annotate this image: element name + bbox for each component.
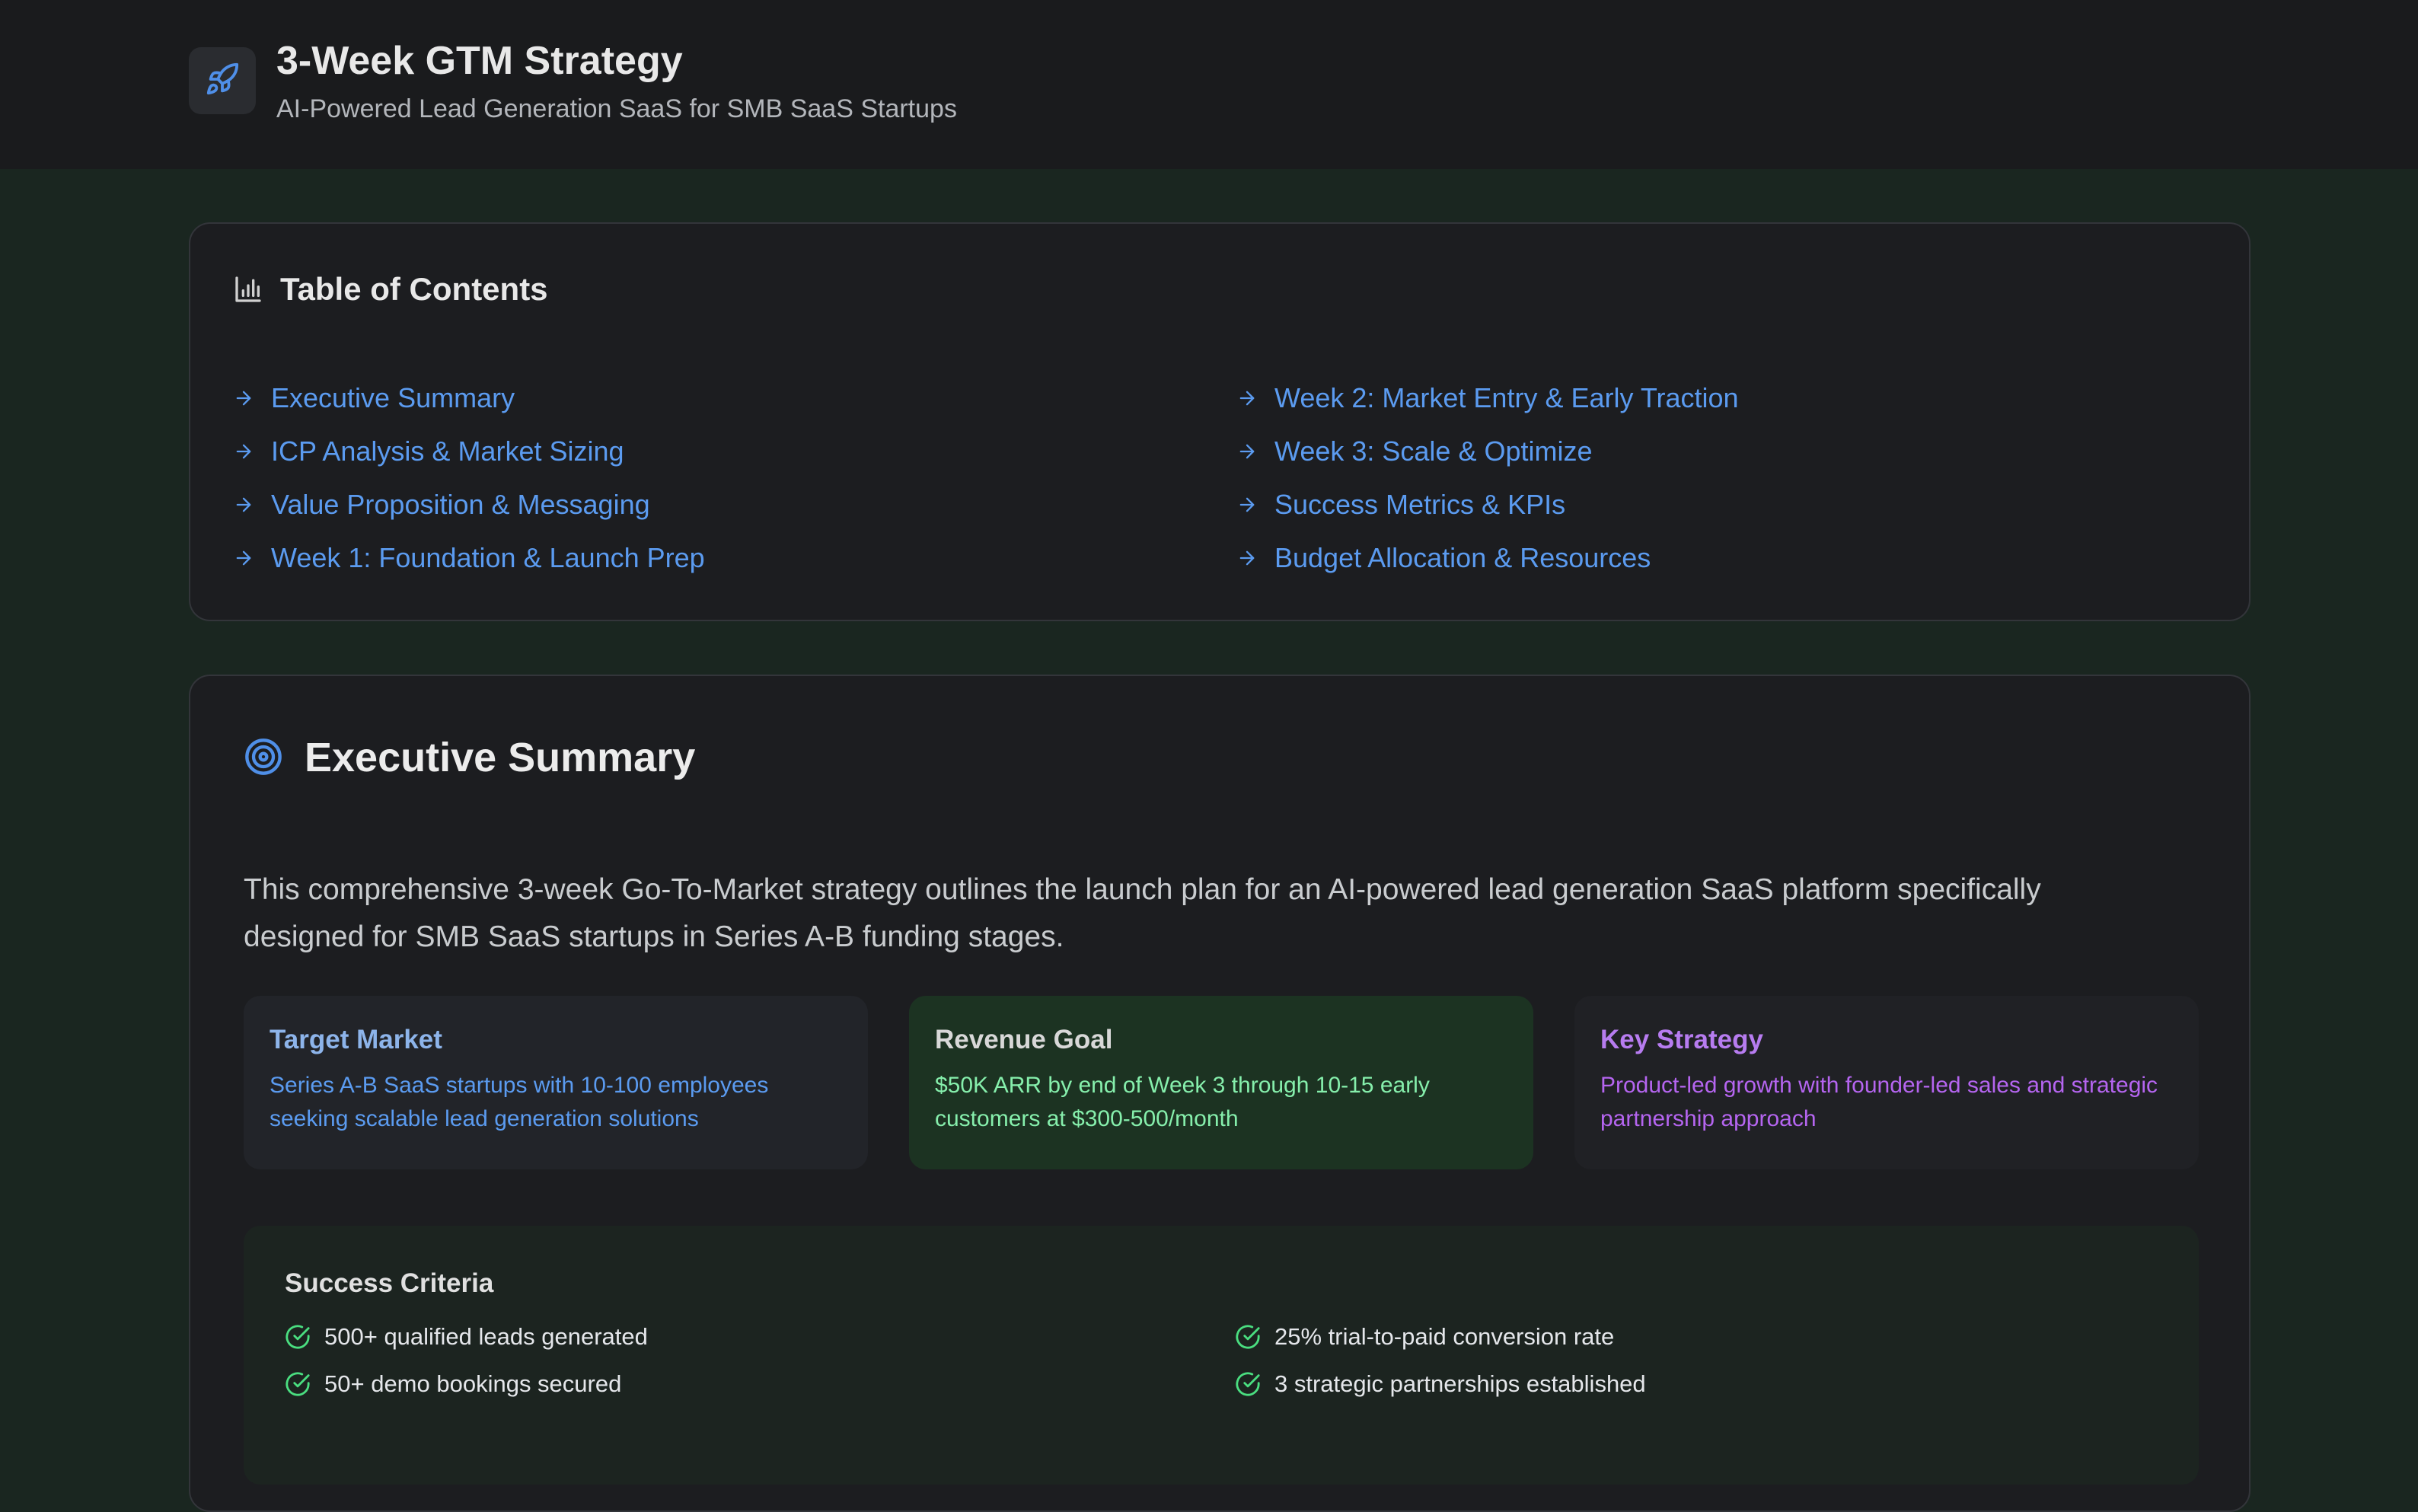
page-subtitle: AI-Powered Lead Generation SaaS for SMB … <box>276 94 957 123</box>
criteria-item: 25% trial-to-paid conversion rate <box>1235 1323 1614 1351</box>
criteria-text: 500+ qualified leads generated <box>324 1323 648 1350</box>
criteria-item: 500+ qualified leads generated <box>285 1323 648 1351</box>
page-header: 3-Week GTM Strategy AI-Powered Lead Gene… <box>0 0 2418 169</box>
page-title: 3-Week GTM Strategy <box>276 39 683 83</box>
criteria-text: 3 strategic partnerships established <box>1274 1370 1646 1397</box>
executive-intro: This comprehensive 3-week Go-To-Market s… <box>244 873 2041 953</box>
check-circle-icon <box>1236 1372 1260 1396</box>
success-criteria-box: Success Criteria 500+ qualified leads ge… <box>244 1226 2199 1485</box>
toc-link-value-proposition[interactable]: Value Proposition & Messaging <box>233 489 650 521</box>
toc-link-executive-summary[interactable]: Executive Summary <box>233 382 515 414</box>
criteria-item: 50+ demo bookings secured <box>285 1370 621 1398</box>
toc-link-label: Week 3: Scale & Optimize <box>1274 435 1593 467</box>
criteria-text: 50+ demo bookings secured <box>324 1370 622 1397</box>
toc-link-week-1[interactable]: Week 1: Foundation & Launch Prep <box>233 542 705 574</box>
criteria-item: 3 strategic partnerships established <box>1235 1370 1646 1398</box>
target-market-card: Target Market Series A-B SaaS startups w… <box>244 996 868 1169</box>
arrow-right-icon <box>236 497 251 512</box>
revenue-goal-card: Revenue Goal $50K ARR by end of Week 3 t… <box>909 996 1533 1169</box>
arrow-right-icon <box>236 550 251 566</box>
executive-summary-section: Executive Summary This comprehensive 3-w… <box>189 675 2251 1512</box>
toc-link-label: Value Proposition & Messaging <box>271 489 650 520</box>
rocket-icon <box>205 62 240 100</box>
card-heading: Target Market <box>270 1025 442 1054</box>
arrow-right-icon <box>1239 497 1255 512</box>
toc-link-budget-allocation[interactable]: Budget Allocation & Resources <box>1236 542 1651 574</box>
toc-link-label: Executive Summary <box>271 382 515 413</box>
arrow-right-icon <box>1239 444 1255 459</box>
toc-link-label: Week 2: Market Entry & Early Traction <box>1274 382 1739 413</box>
arrow-right-icon <box>236 391 251 406</box>
target-icon <box>244 737 283 780</box>
app-logo <box>189 47 256 114</box>
check-circle-icon <box>1236 1325 1260 1349</box>
toc-link-success-metrics[interactable]: Success Metrics & KPIs <box>1236 489 1565 521</box>
card-heading: Revenue Goal <box>935 1025 1113 1054</box>
card-heading: Key Strategy <box>1600 1025 1763 1054</box>
key-strategy-card: Key Strategy Product-led growth with fou… <box>1574 996 2199 1169</box>
toc-link-label: Budget Allocation & Resources <box>1274 542 1651 573</box>
toc-link-label: Week 1: Foundation & Launch Prep <box>271 542 705 573</box>
toc-link-label: ICP Analysis & Market Sizing <box>271 435 624 467</box>
criteria-text: 25% trial-to-paid conversion rate <box>1274 1323 1615 1350</box>
toc-link-week-2[interactable]: Week 2: Market Entry & Early Traction <box>1236 382 1739 414</box>
arrow-right-icon <box>236 444 251 459</box>
toc-link-week-3[interactable]: Week 3: Scale & Optimize <box>1236 435 1593 467</box>
table-of-contents: Table of Contents Executive Summary ICP … <box>189 222 2251 621</box>
bar-chart-icon <box>233 274 263 308</box>
card-body: Product-led growth with founder-led sale… <box>1600 1073 2158 1131</box>
toc-link-icp-analysis[interactable]: ICP Analysis & Market Sizing <box>233 435 624 467</box>
card-body: Series A-B SaaS startups with 10-100 emp… <box>270 1073 769 1131</box>
toc-title: Table of Contents <box>280 271 548 307</box>
section-title: Executive Summary <box>305 735 696 780</box>
arrow-right-icon <box>1239 550 1255 566</box>
card-body: $50K ARR by end of Week 3 through 10-15 … <box>935 1073 1430 1131</box>
check-circle-icon <box>286 1325 310 1349</box>
arrow-right-icon <box>1239 391 1255 406</box>
success-criteria-title: Success Criteria <box>285 1268 494 1298</box>
toc-link-label: Success Metrics & KPIs <box>1274 489 1566 520</box>
check-circle-icon <box>286 1372 310 1396</box>
